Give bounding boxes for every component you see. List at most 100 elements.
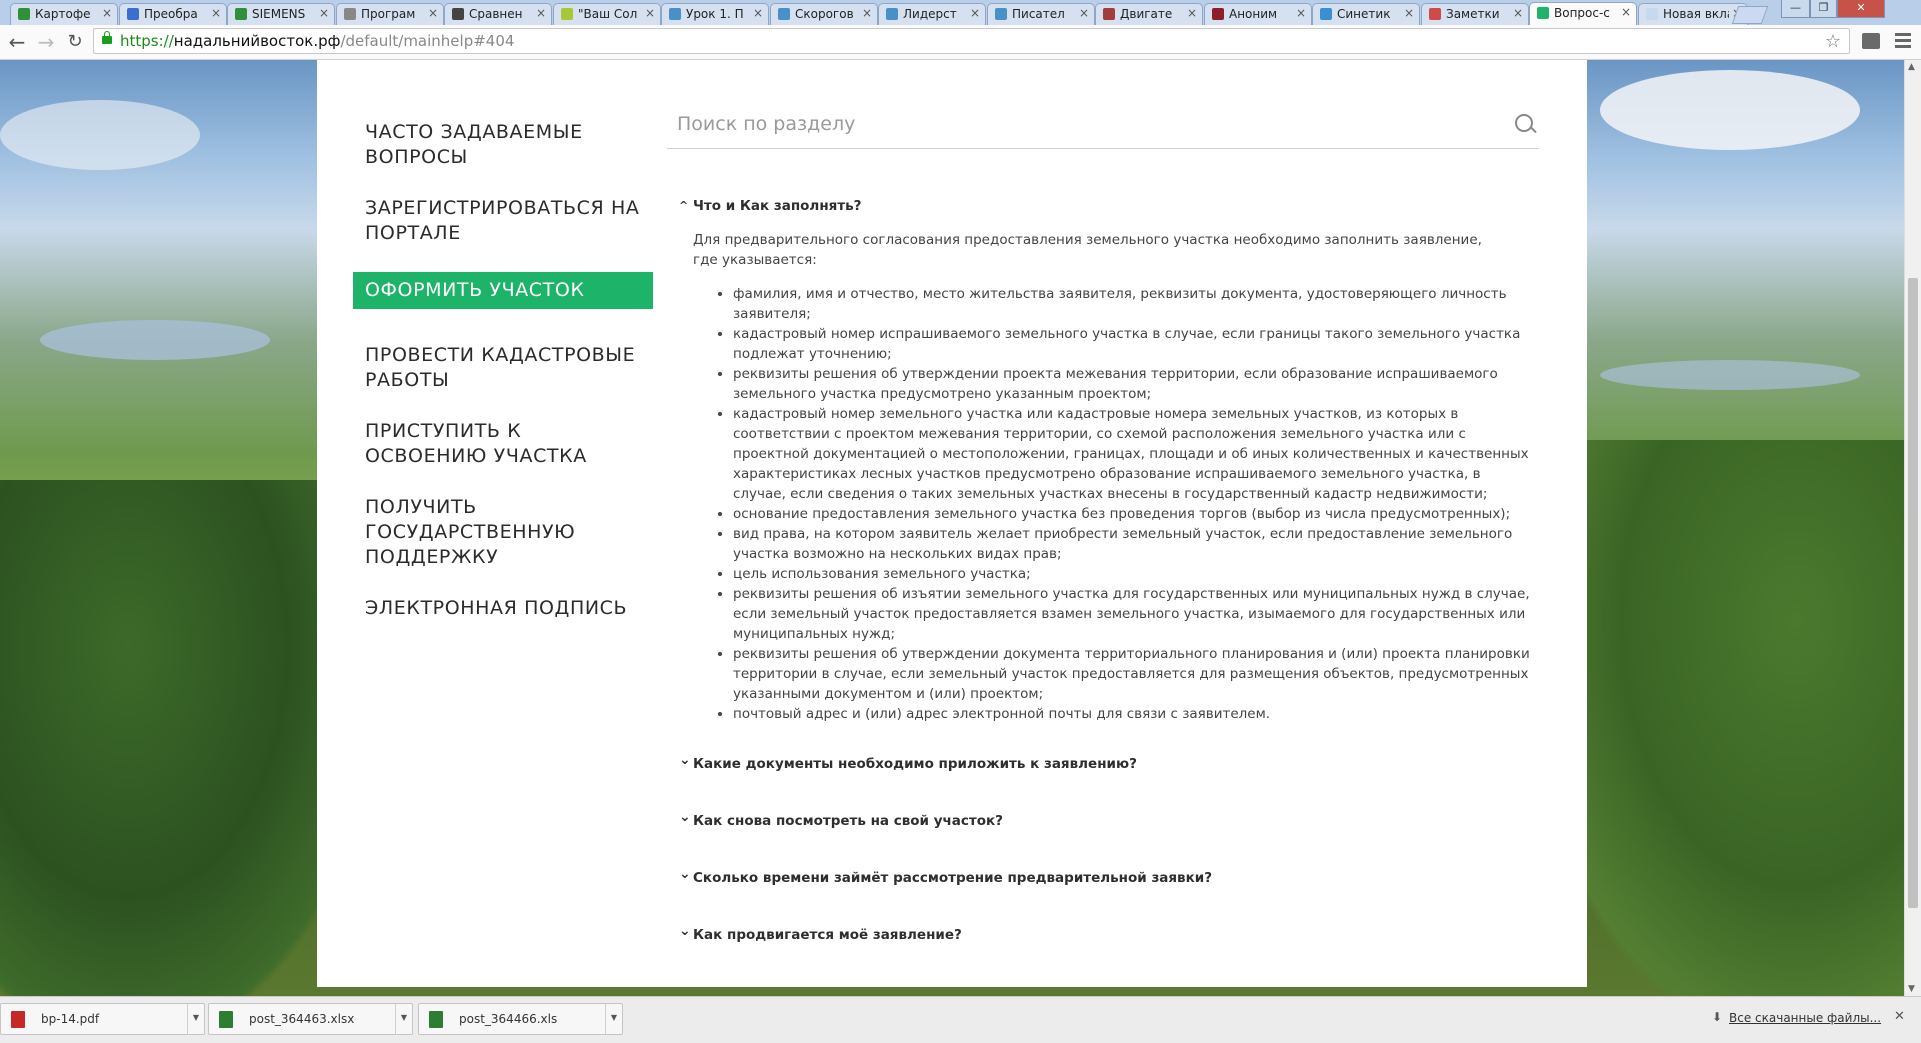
sidebar-item-faq[interactable]: ЧАСТО ЗАДАВАЕМЫЕ ВОПРОСЫ (353, 120, 653, 170)
browser-tab[interactable]: SIEMENS × (227, 3, 335, 25)
tab-label: Двигате (1120, 7, 1173, 21)
faq-question-label: Как снова посмотреть на свой участок? (693, 813, 1003, 829)
tab-favicon-icon (1646, 8, 1658, 20)
faq-question-label: Что и Как заполнять? (693, 198, 862, 214)
browser-tab[interactable]: Урок 1. П × (661, 3, 769, 25)
tab-label: Лидерст (903, 7, 957, 21)
tab-label: Скорогов (795, 7, 854, 21)
tab-close-icon[interactable]: × (102, 6, 112, 20)
chevron-down-icon[interactable]: ▼ (395, 1004, 412, 1034)
sidebar-item-apply-plot[interactable]: ОФОРМИТЬ УЧАСТОК (353, 272, 653, 309)
browser-tab[interactable]: Преобра × (119, 3, 227, 25)
scrollbar-thumb[interactable] (1908, 278, 1918, 908)
sidebar-item-develop[interactable]: ПРИСТУПИТЬ К ОСВОЕНИЮ УЧАСТКА (353, 419, 653, 469)
download-icon: ⬇ (1712, 1010, 1723, 1024)
url-host: надальнийвосток.рф (173, 32, 341, 50)
chevron-down-icon[interactable]: ▼ (187, 1004, 204, 1034)
faq-answer-item: вид права, на котором заявитель желает п… (733, 524, 1533, 564)
browser-tab[interactable]: Скорогов × (770, 3, 878, 25)
chevron-down-icon: ⌄ (679, 752, 691, 768)
browser-tab[interactable]: Писател × (987, 3, 1095, 25)
sidebar-item-cadastral[interactable]: ПРОВЕСТИ КАДАСТРОВЫЕ РАБОТЫ (353, 343, 653, 393)
background-cloud (1600, 70, 1860, 150)
faq-answer-item: кадастровый номер земельного участка или… (733, 404, 1533, 504)
tab-favicon-icon (669, 8, 681, 20)
tab-close-icon[interactable]: × (862, 6, 872, 20)
tab-close-icon[interactable]: × (428, 6, 438, 20)
tab-favicon-icon (127, 8, 139, 20)
forward-icon[interactable]: → (33, 29, 59, 55)
sidebar-item-esign[interactable]: ЭЛЕКТРОННАЯ ПОДПИСЬ (353, 596, 653, 621)
browser-tab[interactable]: Двигате × (1095, 3, 1203, 25)
tab-favicon-icon (995, 8, 1007, 20)
chevron-down-icon[interactable]: ▼ (605, 1004, 622, 1034)
pdf-icon (11, 1011, 25, 1028)
minimize-button[interactable]: — (1781, 0, 1810, 18)
tab-favicon-icon (18, 8, 30, 20)
download-item[interactable]: bp-14.pdf ▼ (0, 1003, 205, 1035)
chevron-down-icon: ⌄ (679, 866, 691, 882)
all-downloads-link[interactable]: Все скачанные файлы... (1729, 1011, 1881, 1025)
tab-close-icon[interactable]: × (1621, 5, 1631, 19)
menu-icon[interactable] (1895, 30, 1913, 52)
tab-label: "Ваш Сол (578, 7, 638, 21)
tab-close-icon[interactable]: × (1296, 6, 1306, 20)
vertical-scrollbar[interactable]: ▲ ▼ (1904, 60, 1921, 996)
faq-question-label: Какие документы необходимо приложить к з… (693, 756, 1137, 772)
tab-favicon-icon (886, 8, 898, 20)
tab-close-icon[interactable]: × (211, 6, 221, 20)
browser-tab[interactable]: Картофе × (10, 3, 118, 25)
back-icon[interactable]: ← (4, 29, 30, 55)
tab-close-icon[interactable]: × (753, 6, 763, 20)
download-item[interactable]: post_364463.xlsx ▼ (208, 1003, 413, 1035)
download-filename: bp-14.pdf (41, 1012, 100, 1026)
section-nav: ЧАСТО ЗАДАВАЕМЫЕ ВОПРОСЫ ЗАРЕГИСТРИРОВАТЬ… (353, 120, 653, 647)
scroll-down-icon[interactable]: ▼ (1908, 984, 1915, 994)
download-item[interactable]: post_364466.xls ▼ (418, 1003, 623, 1035)
search-input[interactable] (675, 110, 1479, 138)
tab-label: Писател (1012, 7, 1065, 21)
chevron-up-icon: ^ (679, 199, 689, 212)
tab-close-icon[interactable]: × (1079, 6, 1089, 20)
tab-close-icon[interactable]: × (319, 6, 329, 20)
faq-question-collapsed[interactable]: ⌄ Сколько времени займёт рассмотрение пре… (679, 866, 1539, 888)
search-icon[interactable] (1515, 114, 1533, 132)
download-filename: post_364466.xls (459, 1012, 558, 1026)
reload-icon[interactable]: ↻ (62, 29, 88, 55)
faq-question-collapsed[interactable]: ⌄ Как продвигается моё заявление? (679, 923, 1539, 945)
tab-close-icon[interactable]: × (1513, 6, 1523, 20)
scroll-up-icon[interactable]: ▲ (1908, 62, 1915, 72)
sidebar-item-support[interactable]: ПОЛУЧИТЬ ГОСУДАРСТВЕННУЮ ПОДДЕРЖКУ (353, 495, 653, 570)
browser-tab[interactable]: Вопрос-с × (1529, 2, 1637, 25)
browser-tab[interactable]: Сравнен × (444, 3, 552, 25)
sidebar-item-register[interactable]: ЗАРЕГИСТРИРОВАТЬСЯ НА ПОРТАЛЕ (353, 196, 653, 246)
restore-button[interactable]: ❐ (1810, 0, 1837, 18)
tab-label: Сравнен (469, 7, 523, 21)
tab-label: Новая вклад (1663, 7, 1729, 21)
browser-tab[interactable]: Програм × (336, 3, 444, 25)
browser-tab[interactable]: "Ваш Сол × (553, 3, 661, 25)
faq-answer-item: фамилия, имя и отчество, место жительств… (733, 284, 1533, 324)
faq-question-open[interactable]: ^ Что и Как заполнять? (679, 196, 1539, 216)
bookmark-star-icon[interactable]: ☆ (1825, 31, 1841, 52)
tab-close-icon[interactable]: × (1187, 6, 1197, 20)
tab-close-icon[interactable]: × (1404, 6, 1414, 20)
browser-tab[interactable]: Аноним × (1204, 3, 1312, 25)
tab-close-icon[interactable]: × (645, 6, 655, 20)
tab-label: Програм (361, 7, 416, 21)
close-downloads-icon[interactable]: ✕ (1894, 1009, 1905, 1024)
address-bar[interactable]: https://надальнийвосток.рф/default/mainh… (93, 28, 1850, 54)
browser-tab[interactable]: Лидерст × (878, 3, 986, 25)
tab-favicon-icon (235, 8, 247, 20)
close-window-button[interactable]: ✕ (1837, 0, 1885, 18)
extension-icon[interactable] (1862, 33, 1880, 49)
tab-label: Аноним (1229, 7, 1278, 21)
faq-question-collapsed[interactable]: ⌄ Какие документы необходимо приложить к … (679, 752, 1539, 774)
faq-question-collapsed[interactable]: ⌄ Как снова посмотреть на свой участок? (679, 809, 1539, 831)
tab-close-icon[interactable]: × (970, 6, 980, 20)
chevron-down-icon: ⌄ (679, 923, 691, 939)
browser-tab[interactable]: Синетик × (1312, 3, 1420, 25)
browser-tab[interactable]: Заметки × (1421, 3, 1529, 25)
faq-accordion: ^ Что и Как заполнять? Для предварительн… (679, 196, 1539, 982)
tab-close-icon[interactable]: × (536, 6, 546, 20)
